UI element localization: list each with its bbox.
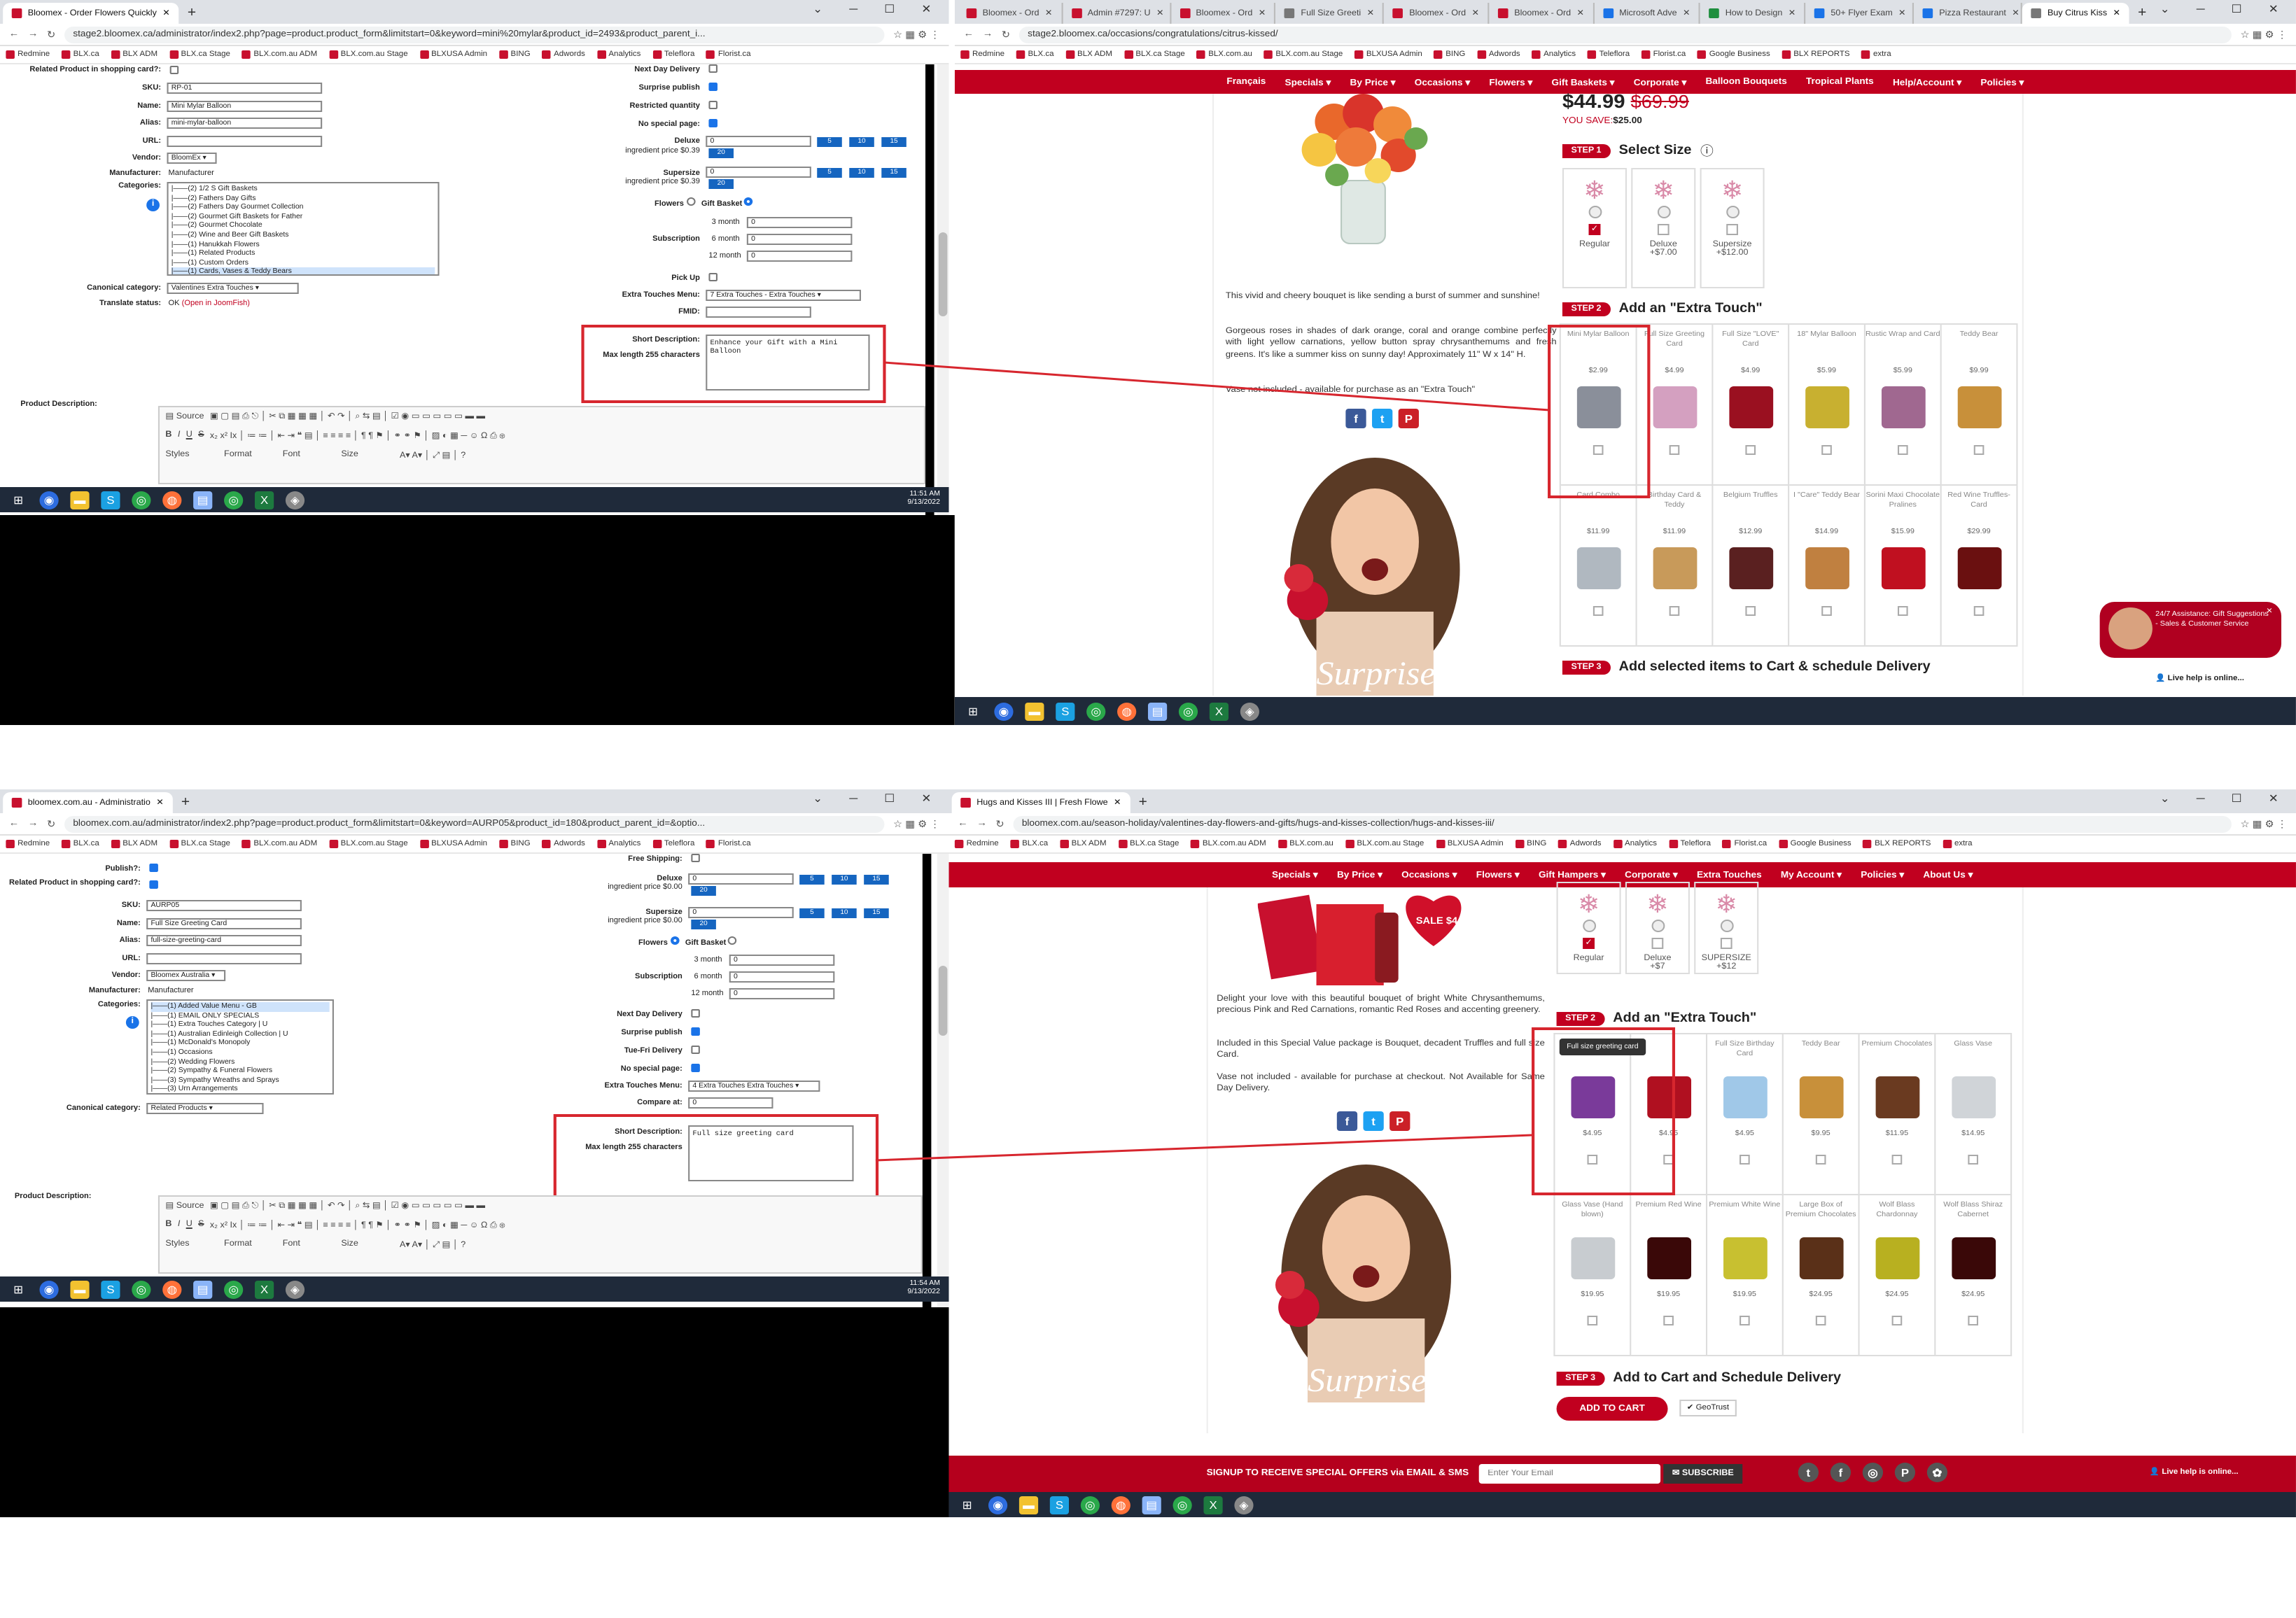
annotation-lines: [875, 361, 1550, 1162]
connector-line-bottom: [875, 1134, 1532, 1162]
connector-line-top: [884, 361, 1550, 411]
screenshot-canvas: Bloomex - Order Flowers Quickly ✕ + ⌄ ─ ☐…: [0, 0, 2296, 1618]
